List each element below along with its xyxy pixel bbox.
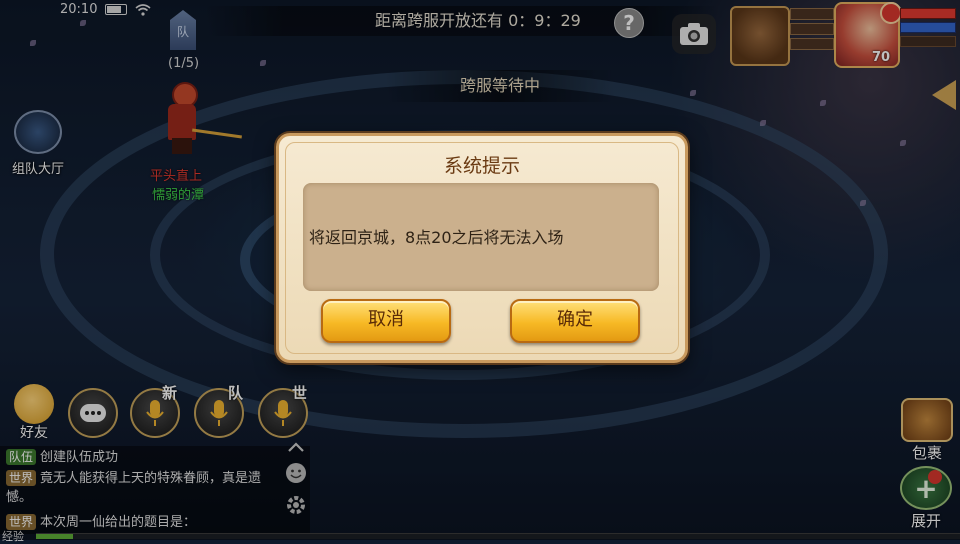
- confirm-button[interactable]: 确定: [510, 299, 640, 343]
- dialog-title: 系统提示: [443, 155, 520, 177]
- cancel-button[interactable]: 取消: [321, 299, 451, 343]
- dialog-message-box: 将返回京城，8点20之后将无法入场: [303, 183, 659, 291]
- system-prompt-dialog: 系统提示 将返回京城，8点20之后将无法入场 取消 确定: [276, 133, 688, 363]
- dialog-message: 将返回京城，8点20之后将无法入场: [309, 228, 564, 247]
